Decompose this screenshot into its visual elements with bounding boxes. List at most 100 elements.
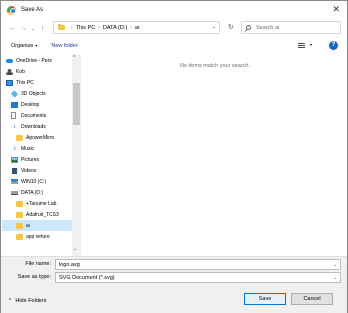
scroll-up-icon[interactable]: ^ bbox=[73, 55, 75, 61]
chrome-app-icon bbox=[7, 5, 16, 15]
tree-item-data-d[interactable]: DATA (D:) bbox=[11, 187, 43, 198]
tree-item-label: Videos bbox=[21, 167, 37, 174]
up-icon[interactable]: ↑ bbox=[37, 25, 48, 32]
tree-item-onedrive[interactable]: OneDrive - Pers bbox=[6, 55, 52, 66]
folder-icon bbox=[16, 134, 23, 141]
tree-item-win10-c[interactable]: WIN10 (C:) bbox=[11, 176, 46, 187]
new-folder-button[interactable]: New folder bbox=[51, 43, 77, 49]
chevron-up-icon: ^ bbox=[9, 298, 12, 304]
tree-item-this-pc[interactable]: This PC bbox=[6, 77, 34, 88]
desktop-icon bbox=[11, 101, 18, 108]
tree-item-documents[interactable]: Documents bbox=[11, 110, 46, 121]
folder-icon bbox=[16, 233, 23, 240]
music-icon: ♪ bbox=[12, 144, 17, 152]
filename-field[interactable]: logo.avg ⌄ bbox=[55, 259, 341, 270]
command-bar: Organize ▾ New folder ▾ ? bbox=[1, 39, 347, 53]
folder-icon bbox=[16, 200, 23, 207]
cancel-button[interactable]: Cancel bbox=[291, 293, 333, 305]
chevron-down-icon[interactable]: ⌄ bbox=[333, 275, 337, 281]
navigation-pane: OneDrive - Pers Kob This PC 3D Objects D… bbox=[2, 54, 82, 256]
tree-item-label: +Tanume Lab bbox=[26, 200, 57, 207]
download-icon: ↓ bbox=[12, 122, 17, 130]
filename-value: logo.avg bbox=[59, 261, 80, 268]
tree-item-label: Adafruit_TCS3 bbox=[26, 211, 59, 218]
save-button[interactable]: Save bbox=[244, 293, 286, 305]
recent-locations-icon[interactable]: ⌄ bbox=[29, 26, 37, 32]
search-input[interactable]: Search ai bbox=[241, 21, 341, 34]
breadcrumb-separator: › bbox=[130, 24, 132, 31]
tree-item-label: Downloads bbox=[21, 123, 46, 130]
tree-item-downloads[interactable]: ↓ Downloads bbox=[11, 121, 46, 132]
address-bar[interactable]: › This PC › DATA (D:) › ai ⌄ bbox=[53, 21, 220, 34]
tree-item-kob[interactable]: Kob bbox=[6, 66, 25, 77]
savetype-label: Save as type: bbox=[17, 274, 51, 280]
savetype-select[interactable]: SVG Document (*.svg) ⌄ bbox=[55, 272, 341, 283]
tree-item-label: DATA (D:) bbox=[21, 189, 44, 196]
refresh-icon[interactable]: ↻ bbox=[228, 23, 234, 31]
tree-item-label: 3D Objects bbox=[21, 90, 46, 97]
document-icon bbox=[11, 112, 16, 119]
back-icon[interactable]: ← bbox=[7, 25, 18, 32]
file-list[interactable]: No items match your search. bbox=[83, 54, 347, 256]
tree-item-adafruit[interactable]: Adafruit_TCS3 bbox=[16, 209, 59, 220]
breadcrumb-data-drive[interactable]: DATA (D:) bbox=[103, 25, 127, 31]
tree-item-music[interactable]: ♪ Music bbox=[11, 143, 34, 154]
tree-item-desktop[interactable]: Desktop bbox=[11, 99, 39, 110]
tree-item-3d-objects[interactable]: 3D Objects bbox=[10, 88, 46, 99]
address-row: ← → ⌄ ↑ › This PC › DATA (D:) › ai ⌄ ↻ S… bbox=[1, 19, 347, 38]
tree-item-label: ApowerMirro bbox=[26, 134, 55, 141]
tree-item-tanume-lab[interactable]: +Tanume Lab bbox=[16, 198, 56, 209]
tree-item-label: ai bbox=[26, 222, 30, 229]
caret-down-icon[interactable]: ▾ bbox=[310, 42, 312, 47]
organize-button[interactable]: Organize ▾ bbox=[11, 43, 37, 49]
chevron-down-icon[interactable]: ⌄ bbox=[212, 24, 216, 30]
empty-message: No items match your search. bbox=[180, 63, 250, 69]
tree-item-label: Pictures bbox=[21, 156, 40, 163]
drive-icon bbox=[11, 190, 18, 195]
tree-item-label: Desktop bbox=[21, 101, 40, 108]
hide-folders-label: Hide Folders bbox=[15, 298, 47, 304]
breadcrumb-this-pc[interactable]: This PC bbox=[76, 25, 96, 31]
hide-folders-button[interactable]: ^ Hide Folders bbox=[9, 298, 47, 304]
scroll-down-icon[interactable]: ⌄ bbox=[73, 246, 77, 252]
nav-scrollbar-thumb[interactable] bbox=[73, 83, 80, 125]
folder-icon bbox=[16, 222, 23, 229]
cloud-icon bbox=[6, 58, 13, 63]
tree-item-label: Documents bbox=[21, 112, 47, 119]
breadcrumb-separator: › bbox=[71, 24, 73, 31]
tree-item-ai[interactable]: ai bbox=[2, 220, 72, 231]
folder-icon bbox=[58, 23, 65, 30]
organize-label: Organize bbox=[11, 43, 34, 49]
drive-icon bbox=[11, 179, 18, 184]
tree-item-app-virture[interactable]: app virture bbox=[16, 231, 50, 242]
tree-item-label: Music bbox=[21, 145, 35, 152]
tree-item-videos[interactable]: Videos bbox=[11, 165, 36, 176]
tree-item-label: This PC bbox=[16, 79, 34, 86]
search-icon bbox=[246, 25, 251, 30]
chevron-down-icon[interactable]: ⌄ bbox=[333, 262, 337, 268]
close-icon[interactable]: ✕ bbox=[332, 4, 340, 14]
filename-label: File name: bbox=[25, 261, 51, 267]
help-icon[interactable]: ? bbox=[329, 41, 338, 50]
save-panel: File name: logo.avg ⌄ Save as type: SVG … bbox=[1, 256, 347, 313]
pictures-icon bbox=[11, 156, 18, 163]
view-options-icon[interactable] bbox=[298, 43, 305, 48]
breadcrumb-ai[interactable]: ai bbox=[135, 25, 139, 31]
breadcrumb-separator: › bbox=[98, 24, 100, 31]
cube-icon bbox=[10, 89, 19, 98]
tree-item-pictures[interactable]: Pictures bbox=[11, 154, 39, 165]
savetype-value: SVG Document (*.svg) bbox=[59, 274, 115, 281]
tree-item-apowermirror[interactable]: ApowerMirro bbox=[16, 132, 54, 143]
tree-item-label: app virture bbox=[26, 233, 50, 240]
window-title: Save As bbox=[21, 7, 44, 13]
folder-icon bbox=[16, 211, 23, 218]
search-placeholder: Search ai bbox=[256, 24, 280, 31]
title-bar: Save As ✕ bbox=[1, 1, 347, 19]
tree-item-label: WIN10 (C:) bbox=[21, 178, 46, 185]
save-as-dialog: Save As ✕ ← → ⌄ ↑ › This PC › DATA (D:) … bbox=[0, 0, 348, 313]
forward-icon[interactable]: → bbox=[18, 25, 29, 32]
computer-icon bbox=[6, 79, 13, 86]
user-icon bbox=[6, 68, 13, 75]
video-icon bbox=[11, 167, 18, 174]
tree-item-label: OneDrive - Pers bbox=[16, 57, 52, 64]
